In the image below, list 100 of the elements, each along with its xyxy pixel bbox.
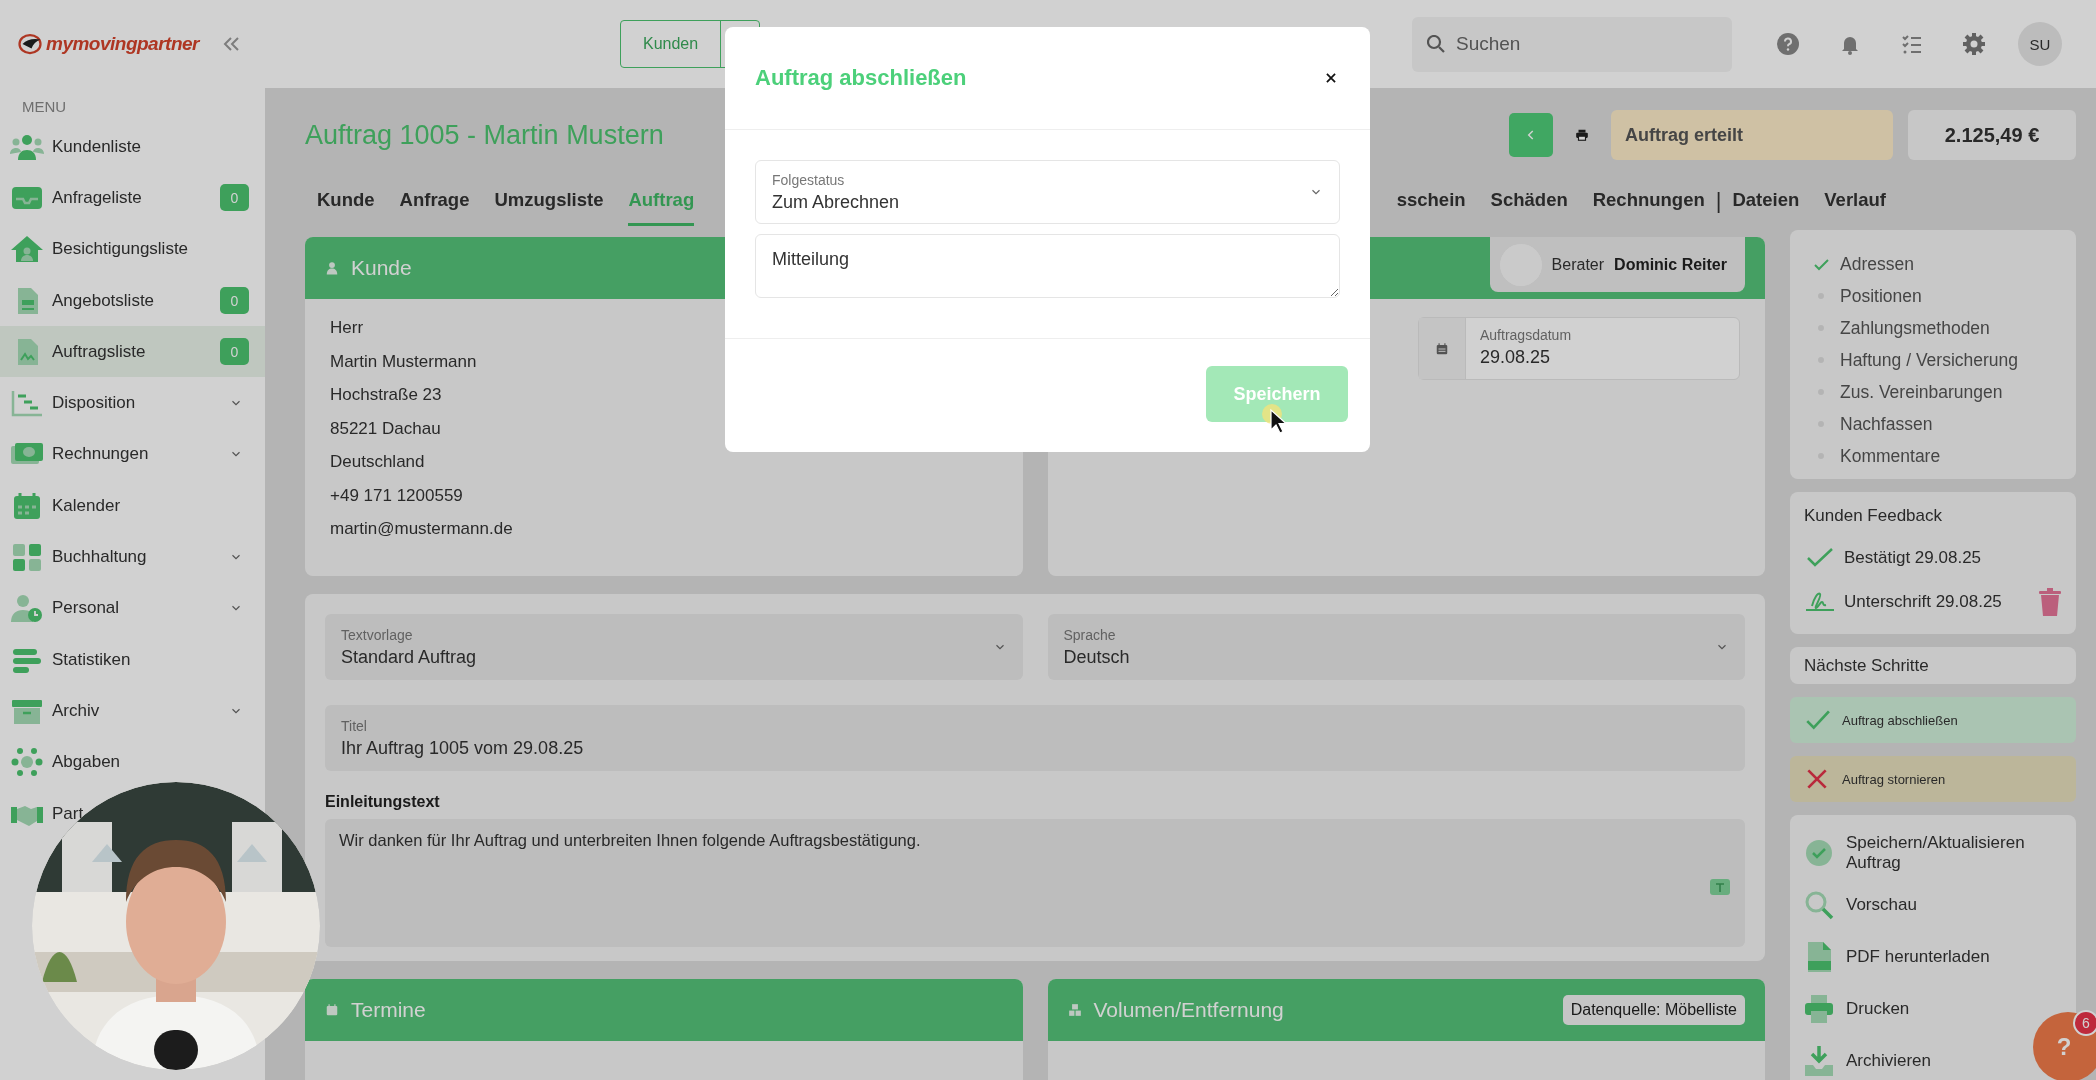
card-title: Kunde [351, 256, 412, 280]
download-icon[interactable] [1804, 1045, 1834, 1077]
page-title: Auftrag 1005 - Martin Mustern [305, 119, 665, 151]
field-value: Standard Auftrag [341, 646, 477, 668]
text-format-icon[interactable] [1709, 878, 1731, 898]
message-field[interactable]: Mitteilung [755, 234, 1340, 298]
field-label: Folgestatus [772, 171, 846, 188]
intro-text: Wir danken für Ihr Auftrag und unterbreiten Ihnen folgende Auftragsbestätigung. [339, 831, 921, 851]
tab[interactable]: Umzugsliste [494, 189, 604, 226]
field-value: Ihr Auftrag 1005 vom 29.08.25 [341, 737, 584, 759]
step-button[interactable]: Auftrag abschließen [1790, 697, 2076, 743]
bird-logo-icon [18, 32, 42, 56]
sidebar-item[interactable]: Personal [0, 582, 265, 634]
network-icon [10, 747, 44, 778]
customer-detail: Martin Mustermann [330, 350, 478, 373]
calendar-icon [325, 1003, 339, 1017]
field-label: Titel [341, 717, 368, 734]
search-icon[interactable] [1804, 889, 1834, 921]
date-field[interactable]: Auftragsdatum 29.08.25 [1418, 317, 1740, 380]
field-value: Zum Abrechnen [772, 191, 900, 213]
action-link[interactable]: Archivieren [1846, 1051, 1932, 1071]
card-title: Nächste Schritte [1804, 655, 1929, 676]
sidebar-item[interactable]: Buchhaltung [0, 531, 265, 583]
source-badge: Datenquelle: Möbelliste [1562, 995, 1745, 1025]
checklist-item[interactable]: Positionen [1840, 285, 1922, 307]
select-field[interactable]: Textvorlage Standard Auftrag [325, 614, 1023, 680]
printer-icon[interactable] [1575, 128, 1589, 142]
field-value: Deutsch [1063, 646, 1130, 668]
sidebar-item[interactable]: Archiv [0, 685, 265, 737]
tab[interactable]: sschein [1396, 189, 1466, 226]
total-amount: 2.125,49 € [1908, 110, 2076, 160]
checklist-item[interactable]: Zus. Vereinbarungen [1840, 381, 2003, 403]
close-icon [1324, 71, 1338, 85]
trash-icon[interactable] [2038, 588, 2062, 616]
dialog-title: Auftrag abschließen [755, 65, 967, 91]
field-value: 29.08.25 [1480, 347, 1552, 368]
boxes-icon [1067, 1003, 1082, 1017]
field-label: Sprache [1063, 626, 1117, 643]
check-circle-icon[interactable] [1804, 837, 1834, 869]
person-clock-icon [10, 593, 44, 624]
count-badge: 0 [220, 184, 249, 212]
sidebar-item[interactable]: Auftragsliste 0 [0, 326, 265, 378]
tab[interactable]: Dateien [1732, 189, 1800, 226]
sidebar-item[interactable]: Kalender [0, 480, 265, 532]
customer-detail: martin@mustermann.de [330, 518, 514, 540]
sidebar-item[interactable]: Disposition [0, 377, 265, 429]
action-link[interactable]: PDF herunterladen [1846, 947, 1990, 967]
checklist-item[interactable]: Adressen [1840, 253, 1914, 275]
user-avatar[interactable]: SU [2018, 22, 2062, 66]
sidebar-item[interactable]: Kundenliste [0, 121, 265, 173]
tab[interactable]: Anfrage [399, 189, 470, 226]
search-icon [1427, 34, 1445, 53]
calendar-icon [1435, 341, 1449, 356]
calculator-icon [10, 542, 44, 572]
count-badge: 0 [220, 287, 249, 315]
text-area[interactable]: Wir danken für Ihr Auftrag und unterbreiten Ihnen folgende Auftragsbestätigung. [325, 819, 1745, 947]
tab[interactable]: Rechnungen [1592, 189, 1705, 226]
card-title: Volumen/Entfernung [1093, 998, 1284, 1022]
advisor-name: Dominic Reiter [1614, 255, 1727, 274]
customer-detail: +49 171 1200559 [330, 484, 464, 507]
count-badge: 0 [220, 338, 249, 366]
settings-icon[interactable] [1962, 32, 1986, 56]
sidebar-item[interactable]: Besichtigungsliste [0, 223, 265, 275]
advisor-label: Berater [1551, 255, 1605, 274]
feedback-text: Unterschrift 29.08.25 [1844, 592, 2003, 612]
tab[interactable]: Verlauf [1824, 189, 1886, 226]
search-field[interactable]: Suchen [1412, 16, 1732, 72]
step-button[interactable]: Auftrag stornieren [1790, 756, 2076, 802]
tab-separator: | [1715, 188, 1722, 215]
sidebar-item[interactable]: Statistiken [0, 633, 265, 686]
field-label: Auftragsdatum [1480, 327, 1572, 343]
customer-detail: Deutschland [330, 451, 426, 473]
customer-detail: Herr [330, 317, 365, 339]
logo: mymovingpartner [46, 33, 199, 55]
field-label: Einleitungstext [325, 793, 441, 811]
select-field[interactable]: Sprache Deutsch [1047, 614, 1745, 680]
sidebar-item[interactable]: Anfrageliste 0 [0, 172, 265, 224]
action-link[interactable]: Speichern/Aktualisieren Auftrag [1846, 833, 2062, 873]
customer-detail: 85221 Dachau [330, 417, 442, 440]
notification-badge: 6 [2073, 1010, 2096, 1036]
status-badge: Auftrag erteilt [1611, 110, 1893, 160]
tab[interactable]: Kunde [317, 189, 375, 226]
sidebar-item[interactable]: Rechnungen [0, 428, 265, 481]
checklist-item[interactable]: Zahlungsmethoden [1840, 317, 1990, 339]
feedback-text: Bestätigt 29.08.25 [1844, 548, 1983, 568]
timeline-icon [10, 388, 44, 419]
person-icon [325, 261, 339, 275]
checklist-item[interactable]: Haftung / Versicherung [1840, 349, 2019, 371]
card-title: Kunden Feedback [1804, 506, 1943, 526]
title-field[interactable]: Titel Ihr Auftrag 1005 vom 29.08.25 [325, 705, 1745, 771]
checklist-icon[interactable] [1900, 32, 1924, 56]
tab[interactable]: Schäden [1490, 189, 1568, 226]
action-link[interactable]: Drucken [1846, 999, 1910, 1019]
menu-heading: MENU [21, 98, 68, 117]
checklist-item[interactable]: Nachfassen [1840, 413, 1933, 435]
checklist-item[interactable]: Kommentare [1840, 445, 1941, 467]
help-icon[interactable] [1776, 32, 1800, 56]
action-link[interactable]: Vorschau [1846, 895, 1917, 915]
house-icon [10, 234, 44, 265]
status-select[interactable]: Folgestatus Zum Abrechnen [755, 160, 1340, 224]
